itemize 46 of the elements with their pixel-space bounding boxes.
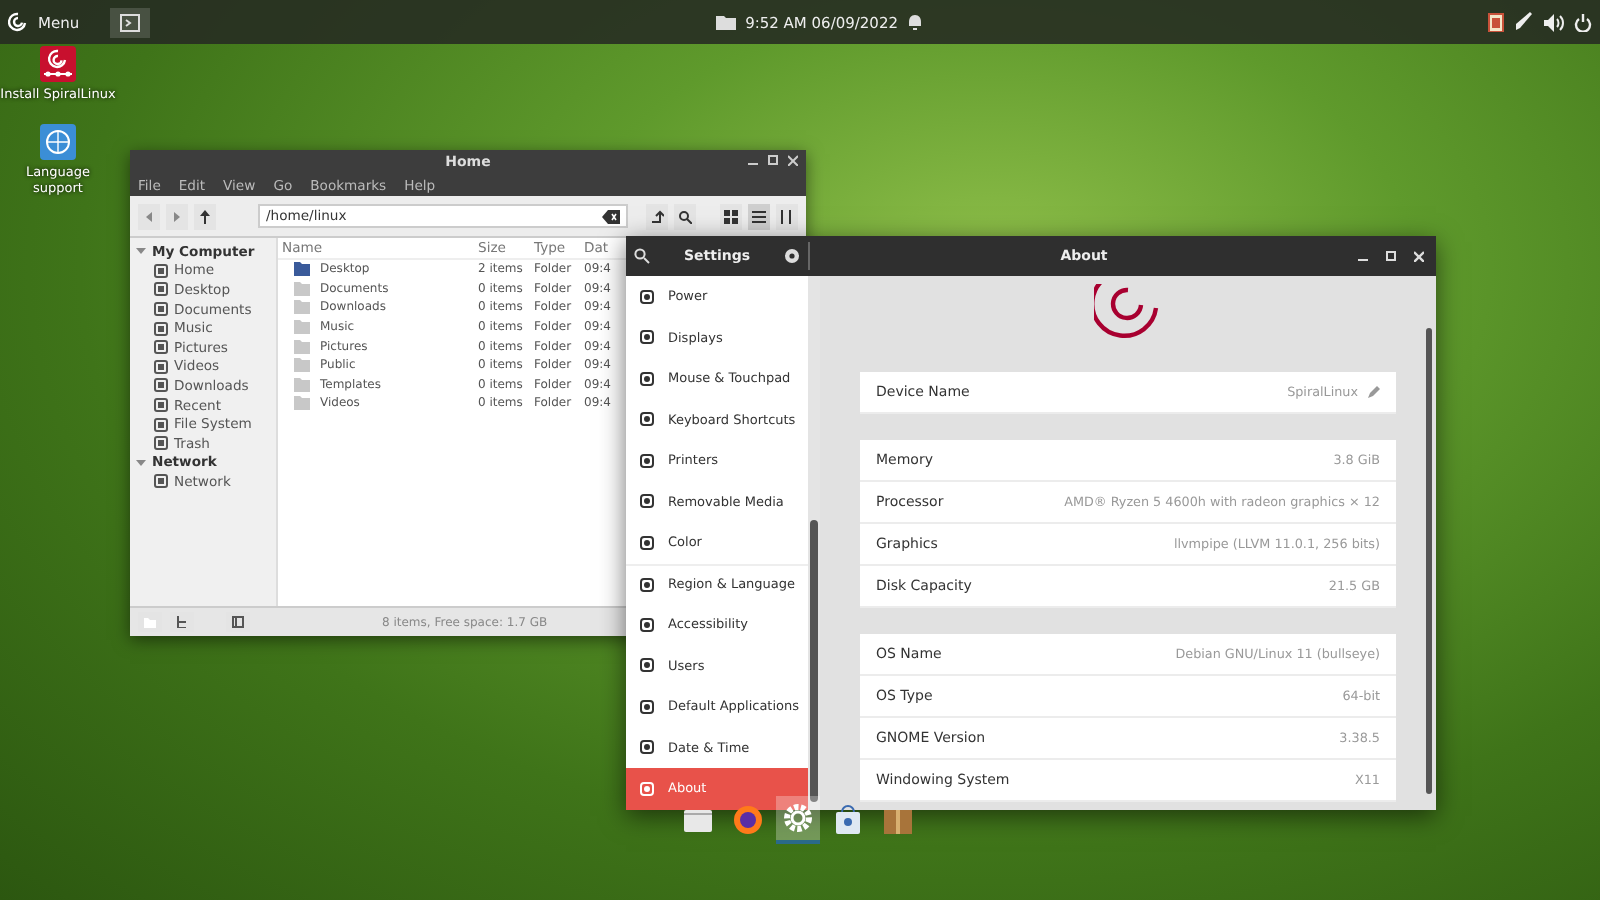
browser-icon (732, 804, 764, 836)
maximize-icon[interactable] (1386, 250, 1396, 262)
sidebar-toggle-button[interactable] (226, 612, 250, 632)
clear-icon[interactable] (602, 209, 620, 223)
power-icon[interactable] (1574, 13, 1592, 31)
forward-icon (170, 209, 184, 223)
package-icon (882, 804, 914, 836)
toggle-location-button[interactable] (646, 203, 668, 229)
brush-icon[interactable] (1514, 12, 1534, 32)
search-button[interactable] (674, 203, 696, 229)
close-icon[interactable] (1414, 250, 1424, 262)
expander-icon[interactable] (136, 457, 146, 468)
dock-item[interactable] (776, 796, 820, 844)
icon-view-button[interactable] (720, 203, 742, 229)
debian-swirl-logo (1094, 284, 1162, 340)
clipboard-icon[interactable] (1488, 12, 1504, 32)
menu-logo-icon[interactable] (8, 12, 28, 32)
installer-icon[interactable] (38, 44, 78, 84)
back-button[interactable] (138, 203, 160, 229)
icon-view-icon (724, 209, 738, 223)
compact-view-button[interactable] (776, 203, 798, 229)
sidebar-toggle-icon (232, 616, 244, 628)
shopping-bag-icon (832, 804, 864, 836)
places-icon (144, 616, 156, 628)
close-icon[interactable] (788, 154, 798, 166)
settings-icon (782, 802, 814, 834)
search-icon (678, 209, 692, 223)
toggle-location-icon (650, 209, 664, 223)
maximize-icon[interactable] (768, 154, 778, 166)
search-icon[interactable] (634, 248, 650, 264)
pencil-icon[interactable] (1368, 386, 1380, 398)
menu-icon[interactable] (784, 248, 800, 264)
volume-icon[interactable] (1544, 13, 1564, 31)
bell-icon[interactable] (908, 14, 923, 30)
files-icon (682, 804, 714, 836)
list-view-button[interactable] (748, 203, 770, 229)
list-view-icon (752, 209, 766, 223)
workspace-icon[interactable] (119, 13, 140, 31)
back-icon (142, 209, 156, 223)
tree-icon (176, 616, 188, 628)
up-icon (198, 209, 212, 223)
globe-icon[interactable] (38, 122, 78, 163)
expander-icon[interactable] (136, 246, 146, 257)
folder-icon[interactable] (715, 14, 736, 30)
up-button[interactable] (194, 203, 216, 229)
compact-view-icon (780, 209, 794, 223)
